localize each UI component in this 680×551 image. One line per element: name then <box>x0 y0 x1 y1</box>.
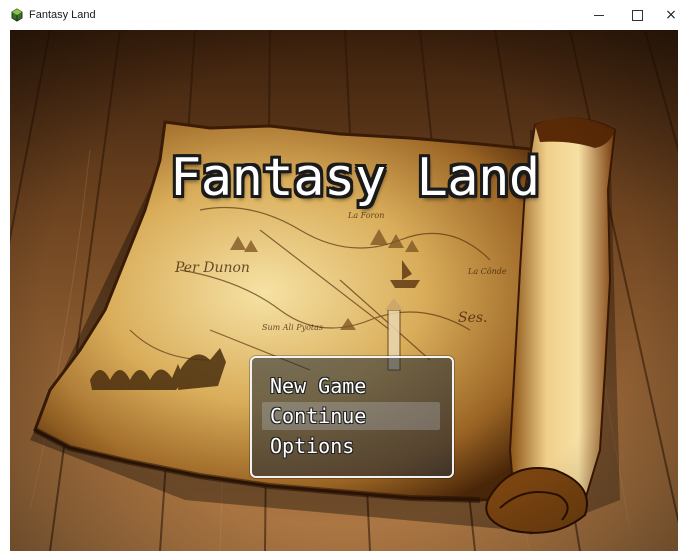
maximize-button[interactable] <box>624 4 650 26</box>
close-button[interactable]: × <box>662 4 680 26</box>
game-viewport[interactable]: Per Dunon Sum Ali Pyotas Ses. La Foron L… <box>10 30 678 551</box>
menu-item-new-game[interactable]: New Game <box>262 372 440 400</box>
maximize-icon <box>631 9 643 21</box>
title-menu: New Game Continue Options <box>250 356 454 478</box>
close-icon: × <box>665 7 677 23</box>
game-title: Fantasy Land <box>170 148 540 208</box>
minimize-button[interactable] <box>586 4 612 26</box>
window-titlebar[interactable]: Fantasy Land × <box>0 0 680 30</box>
menu-item-options[interactable]: Options <box>262 432 440 460</box>
window-title: Fantasy Land <box>29 9 96 21</box>
game-app-icon <box>11 8 23 22</box>
minimize-icon <box>594 14 604 16</box>
menu-item-continue[interactable]: Continue <box>262 402 440 430</box>
